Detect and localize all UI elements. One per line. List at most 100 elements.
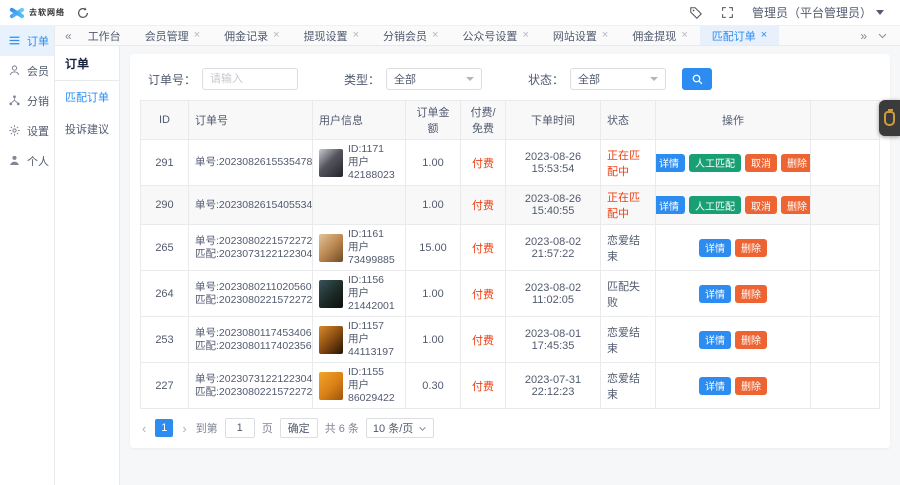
share-icon [8, 94, 22, 108]
action-button[interactable]: 删除 [781, 196, 811, 214]
logo[interactable]: 去软网络 [0, 0, 120, 25]
column-header: ID [141, 101, 189, 140]
cell-amount: 15.00 [406, 225, 461, 271]
action-button[interactable]: 详情 [699, 285, 731, 303]
action-button[interactable]: 人工匹配 [689, 196, 741, 214]
table-row: 264单号:202308021102056033匹配:2023080221572… [141, 271, 880, 317]
type-select[interactable]: 全部 [386, 68, 482, 90]
action-button[interactable]: 取消 [745, 196, 777, 214]
action-button[interactable]: 取消 [745, 154, 777, 172]
tab-6[interactable]: 网站设置× [541, 26, 620, 45]
refresh-icon[interactable] [75, 5, 91, 21]
scroll-tabs-right-icon[interactable]: » [860, 29, 867, 43]
cell-order-no: 单号:202308022157227276匹配:2023073122122304… [189, 225, 313, 271]
action-button[interactable]: 删除 [735, 331, 767, 349]
action-button[interactable]: 删除 [735, 285, 767, 303]
action-button[interactable]: 详情 [656, 196, 686, 214]
cell-status: 匹配失败 [601, 271, 656, 317]
admin-menu[interactable]: 管理员（平台管理员） [752, 4, 884, 21]
cell-order-time: 2023-08-01 17:45:35 [506, 317, 601, 363]
status-select[interactable]: 全部 [570, 68, 666, 90]
fullscreen-icon[interactable] [720, 5, 736, 21]
sidebar-item-4[interactable]: 个人 [0, 146, 54, 176]
cell-id: 291 [141, 140, 189, 186]
submenu-item-0[interactable]: 匹配订单 [55, 81, 119, 113]
action-button[interactable]: 详情 [699, 331, 731, 349]
sidebar-item-0[interactable]: 订单 [0, 26, 54, 56]
sidebar-item-3[interactable]: 设置 [0, 116, 54, 146]
close-icon[interactable]: × [273, 30, 279, 41]
tab-options-icon[interactable] [877, 30, 888, 41]
status-label: 状态： [528, 71, 564, 88]
order-no-line: 单号:202308261553547821 [195, 156, 306, 169]
order-no-line: 单号:202308022157227276 [195, 235, 306, 248]
tab-3[interactable]: 提现设置× [292, 26, 371, 45]
select-caret-icon [466, 77, 474, 81]
tab-8[interactable]: 匹配订单× [700, 26, 779, 45]
action-button[interactable]: 删除 [735, 377, 767, 395]
tab-7[interactable]: 佣金提现× [620, 26, 699, 45]
jump-confirm-button[interactable]: 确定 [280, 418, 318, 438]
tab-5[interactable]: 公众号设置× [450, 26, 540, 45]
cell-empty [811, 225, 880, 271]
close-icon[interactable]: × [522, 30, 528, 41]
close-icon[interactable]: × [432, 30, 438, 41]
column-header: 订单金额 [406, 101, 461, 140]
type-select-value: 全部 [394, 71, 416, 87]
submenu-item-1[interactable]: 投诉建议 [55, 113, 119, 145]
main-content: 订单号： 类型： 全部 状态： 全部 [120, 46, 900, 485]
cell-order-time: 2023-08-26 15:40:55 [506, 186, 601, 225]
close-icon[interactable]: × [602, 30, 608, 41]
page-number-current[interactable]: 1 [155, 419, 173, 437]
user-avatar [319, 372, 343, 400]
floating-widget[interactable] [879, 100, 900, 136]
action-button[interactable]: 详情 [699, 239, 731, 257]
cell-status: 恋爱结束 [601, 317, 656, 363]
user-id: ID:1171 [348, 143, 399, 156]
page-size-select[interactable]: 10 条/页 [366, 418, 434, 438]
close-icon[interactable]: × [353, 30, 359, 41]
search-button[interactable] [682, 68, 712, 90]
tab-bar: « 工作台会员管理×佣金记录×提现设置×分销会员×公众号设置×网站设置×佣金提现… [55, 26, 900, 46]
action-button[interactable]: 删除 [781, 154, 811, 172]
order-no-label: 订单号： [148, 71, 196, 88]
cell-user-info: ID:1156用户21442001 [313, 271, 406, 317]
column-header: 下单时间 [506, 101, 601, 140]
tag-icon[interactable] [688, 5, 704, 21]
cell-amount: 1.00 [406, 186, 461, 225]
submenu-title: 订单 [55, 46, 119, 81]
user-avatar [319, 234, 343, 262]
next-page-icon[interactable]: › [180, 421, 188, 436]
caret-down-icon [876, 10, 884, 15]
close-icon[interactable]: × [194, 30, 200, 41]
cell-order-no: 单号:202308261540553482 [189, 186, 313, 225]
column-header-empty [811, 101, 880, 140]
tab-0[interactable]: 工作台 [76, 26, 133, 45]
action-button[interactable]: 人工匹配 [689, 154, 741, 172]
close-icon[interactable]: × [761, 30, 767, 41]
user-id: ID:1156 [348, 274, 399, 287]
primary-sidebar: 订单会员分销设置个人 [0, 26, 55, 485]
collapse-tabs-icon[interactable]: « [61, 29, 76, 43]
sidebar-item-1[interactable]: 会员 [0, 56, 54, 86]
tab-2[interactable]: 佣金记录× [212, 26, 291, 45]
tab-1[interactable]: 会员管理 × [133, 26, 212, 45]
table-header-row: ID订单号用户信息订单金额付费/免费下单时间状态操作 [141, 101, 880, 140]
jump-page-input[interactable] [225, 418, 255, 438]
order-no-line: 匹配:202308022157227276 [195, 294, 306, 307]
action-button[interactable]: 详情 [699, 377, 731, 395]
action-button[interactable]: 删除 [735, 239, 767, 257]
order-no-input[interactable] [202, 68, 298, 90]
table-row: 227单号:202307312212230418匹配:2023080221572… [141, 363, 880, 409]
action-button[interactable]: 详情 [656, 154, 686, 172]
close-icon[interactable]: × [681, 30, 687, 41]
tab-label: 会员管理 [145, 28, 189, 44]
cell-actions: 详情删除 [656, 317, 811, 363]
order-no-line: 单号:202307312212230418 [195, 373, 306, 386]
tab-label: 工作台 [88, 28, 121, 44]
tab-4[interactable]: 分销会员× [371, 26, 450, 45]
prev-page-icon[interactable]: ‹ [140, 421, 148, 436]
user-avatar [319, 280, 343, 308]
table-row: 253单号:202308011745340626匹配:2023080117402… [141, 317, 880, 363]
sidebar-item-2[interactable]: 分销 [0, 86, 54, 116]
